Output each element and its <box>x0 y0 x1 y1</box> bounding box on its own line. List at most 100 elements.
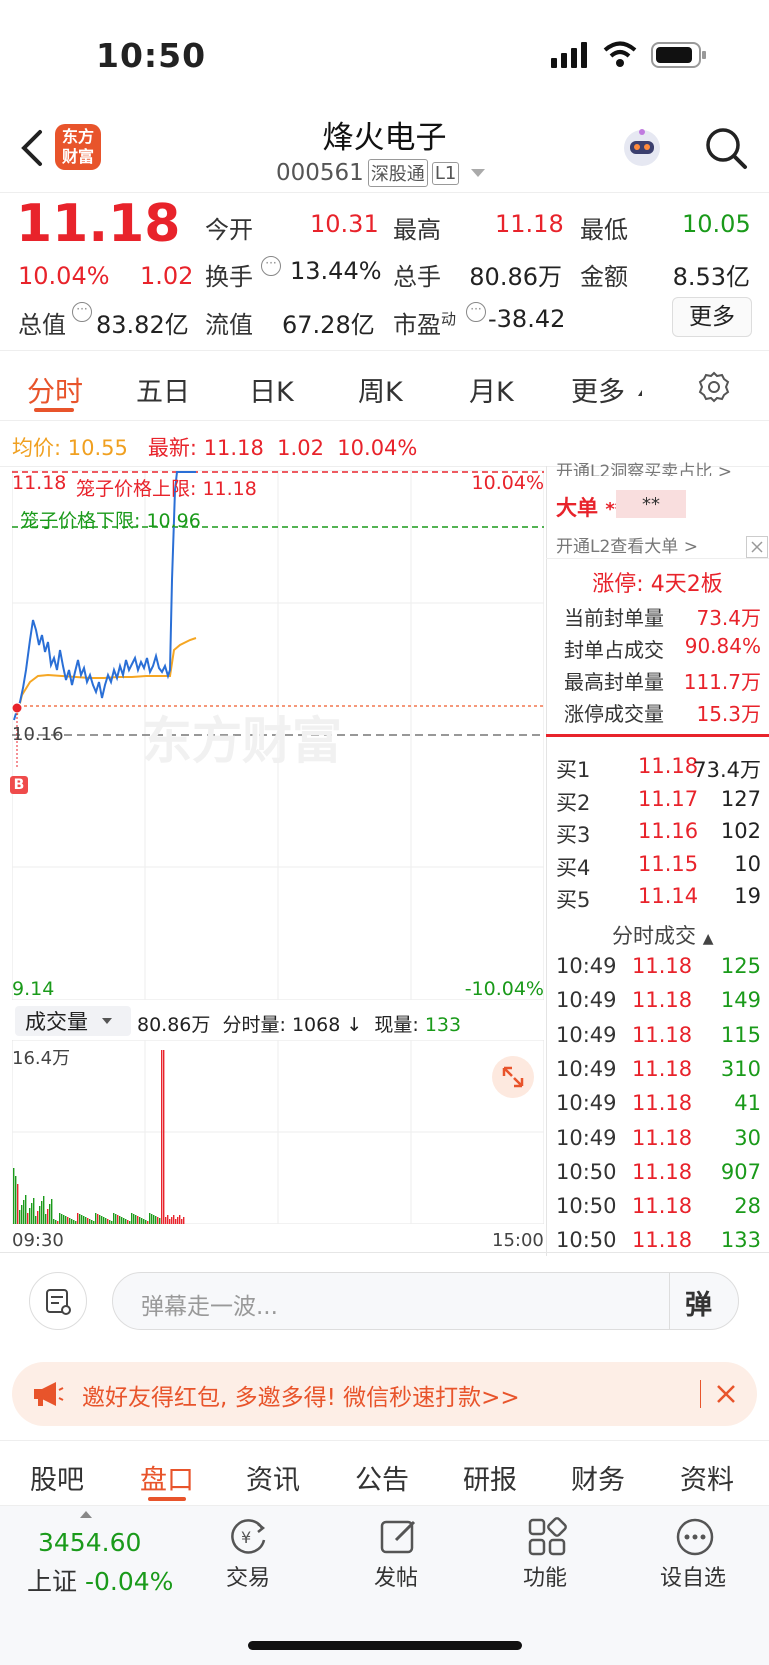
l2-banner-1[interactable]: 开通L2洞察买卖占比 > <box>556 462 732 476</box>
low-label: 最低 <box>580 216 628 244</box>
more-button[interactable]: 更多 <box>672 297 752 337</box>
tab-news[interactable]: 资讯 <box>246 1458 300 1497</box>
volume-bar <box>75 1221 77 1224</box>
volume-bar <box>57 1221 59 1224</box>
bid-row[interactable]: 买3 11.16 102 <box>546 819 769 849</box>
l2-banner-2[interactable]: 开通L2查看大单 > <box>556 532 698 557</box>
volume-label: 总手 <box>393 263 441 291</box>
svg-text:¥: ¥ <box>241 1528 251 1547</box>
volume-bar <box>73 1220 75 1224</box>
tab-five-day[interactable]: 五日 <box>136 370 190 409</box>
tick-qty: 30 <box>734 1125 761 1150</box>
tick-row: 10:49 11.18 125 <box>546 954 769 984</box>
close-icon[interactable] <box>714 1382 738 1406</box>
robot-avatar-icon[interactable] <box>620 126 664 170</box>
nav-trade-label[interactable]: 交易 <box>226 1560 270 1592</box>
stock-code-row[interactable]: 000561 深股通 L1 <box>276 158 486 188</box>
bid-row[interactable]: 买1 11.18 73.4万 <box>546 754 769 784</box>
bid-qty: 10 <box>734 851 761 876</box>
chart-bottom-pct: -10.04% <box>464 978 544 1000</box>
volume-selector[interactable]: 成交量 <box>15 1006 131 1036</box>
settings-icon[interactable] <box>697 370 731 404</box>
volume-max-label: 16.4万 <box>12 1048 71 1069</box>
info-icon[interactable]: ··· <box>261 256 281 276</box>
close-icon[interactable] <box>746 536 768 558</box>
index-value[interactable]: 3454.60 <box>38 1528 141 1557</box>
danmaku-settings-button[interactable] <box>29 1272 87 1330</box>
tick-row: 10:50 11.18 133 <box>546 1228 769 1258</box>
volume-bar <box>137 1216 139 1224</box>
info-icon[interactable]: ··· <box>72 302 92 322</box>
bid-row[interactable]: 买2 11.17 127 <box>546 787 769 817</box>
index-collapse-icon[interactable] <box>80 1511 92 1518</box>
tab-more[interactable]: 更多 <box>571 370 625 409</box>
volume-bar <box>93 1221 95 1224</box>
watchlist-icon[interactable] <box>674 1516 716 1558</box>
info-icon[interactable]: ··· <box>466 302 486 322</box>
big-order-label: 大单 ** <box>556 496 625 520</box>
tab-pankou[interactable]: 盘口 <box>140 1458 194 1497</box>
volume-bar <box>13 1168 15 1224</box>
volume-chart[interactable]: 16.4万 <box>12 1040 544 1224</box>
tab-announcement[interactable]: 公告 <box>355 1458 409 1497</box>
tab-day-k[interactable]: 日K <box>249 370 294 409</box>
volume-bar <box>109 1220 111 1224</box>
high-value: 11.18 <box>495 210 564 238</box>
volume-bar <box>61 1214 63 1224</box>
header-divider <box>0 192 769 193</box>
volume-bar <box>127 1220 129 1224</box>
volume-bar <box>113 1213 115 1224</box>
divider <box>0 1440 769 1441</box>
tick-row: 10:50 11.18 28 <box>546 1194 769 1224</box>
danmaku-toggle-icon[interactable]: 弹 <box>685 1283 712 1322</box>
quote-divider <box>0 350 769 351</box>
ticks-title[interactable]: 分时成交 ▲ <box>612 920 713 950</box>
tick-qty: 133 <box>720 1228 761 1253</box>
tab-week-k[interactable]: 周K <box>358 370 403 409</box>
tick-row: 10:49 11.18 41 <box>546 1091 769 1121</box>
dropdown-icon <box>471 169 486 177</box>
volume-bar <box>163 1050 165 1224</box>
post-icon[interactable] <box>378 1516 420 1558</box>
bid-row[interactable]: 买5 11.14 19 <box>546 884 769 914</box>
trade-icon[interactable]: ¥ <box>228 1516 270 1558</box>
buy-marker[interactable]: B <box>10 776 28 794</box>
volume-bar <box>89 1219 91 1224</box>
volume-bar <box>105 1218 107 1224</box>
functions-icon[interactable] <box>526 1516 568 1558</box>
bid-qty: 127 <box>720 786 761 811</box>
search-icon[interactable] <box>704 126 748 170</box>
expand-icon[interactable] <box>492 1056 534 1098</box>
volume-bar <box>181 1219 183 1224</box>
tab-month-k[interactable]: 月K <box>469 370 514 409</box>
open-label: 今开 <box>205 216 253 244</box>
volume-bar <box>133 1214 135 1224</box>
index-row[interactable]: 上证 -0.04% <box>27 1562 173 1598</box>
volume-bar <box>15 1176 17 1224</box>
nav-functions-label[interactable]: 功能 <box>523 1560 567 1592</box>
intraday-chart[interactable]: 东方财富 11.18 笼子价格上限: 11.18 10.04% 笼子价格下限: … <box>10 470 544 1000</box>
nav-post-label[interactable]: 发帖 <box>374 1560 418 1592</box>
promo-divider <box>700 1380 701 1408</box>
tab-minute[interactable]: 分时 <box>27 370 83 410</box>
pe-value: -38.42 <box>488 305 566 333</box>
volume-bar <box>63 1215 65 1224</box>
volume-bar <box>71 1219 73 1224</box>
seal-row: 最高封单量 111.7万 <box>546 666 769 696</box>
bid-qty: 73.4万 <box>693 758 761 782</box>
price-info-line: 均价: 10.55 最新: 11.18 1.02 10.04% <box>12 436 418 460</box>
bid-row[interactable]: 买4 11.15 10 <box>546 852 769 882</box>
nav-watchlist-label[interactable]: 设自选 <box>660 1560 726 1592</box>
tab-finance[interactable]: 财务 <box>571 1458 625 1497</box>
bid-price: 11.15 <box>638 851 699 876</box>
promo-banner[interactable]: 邀好友得红包, 多邀多得! 微信秒速打款>> <box>12 1362 757 1426</box>
danmaku-input[interactable]: 弹幕走一波... 弹 <box>112 1272 739 1330</box>
tab-profile[interactable]: 资料 <box>680 1458 734 1497</box>
tick-qty: 125 <box>720 954 761 978</box>
volume-bar <box>77 1213 79 1224</box>
tick-price: 11.18 <box>632 1228 693 1253</box>
tab-guba[interactable]: 股吧 <box>30 1458 84 1497</box>
tick-price: 11.18 <box>632 1091 693 1116</box>
tab-research[interactable]: 研报 <box>463 1458 517 1497</box>
volume-bar <box>43 1196 45 1224</box>
